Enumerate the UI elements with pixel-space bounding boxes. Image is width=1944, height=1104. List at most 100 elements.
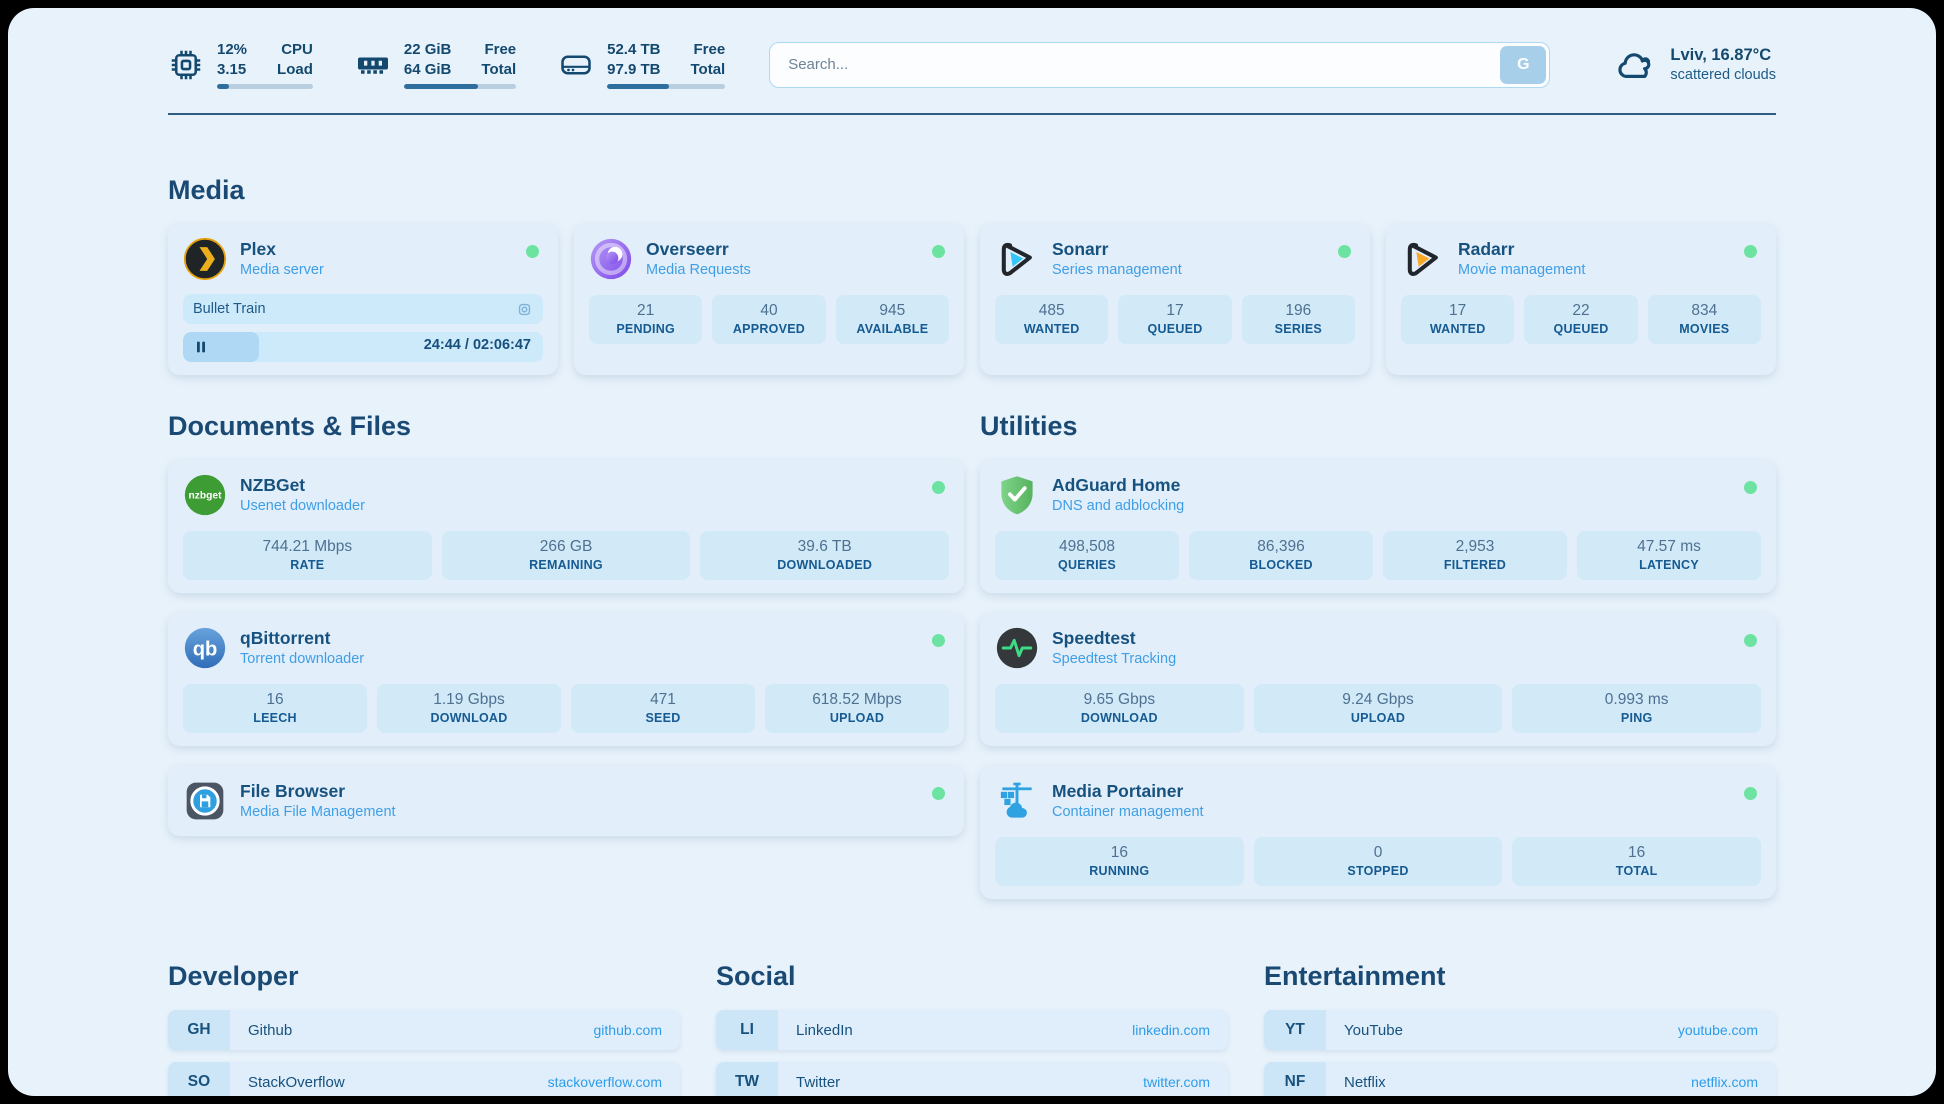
- service-card-nzbget[interactable]: nzbget NZBGet Usenet downloader 744.21 M…: [168, 460, 964, 593]
- ram-icon: [355, 47, 391, 83]
- bookmark-stackoverflow[interactable]: SO StackOverflow stackoverflow.com: [168, 1062, 680, 1096]
- status-dot: [932, 634, 945, 647]
- stat-row: 485 WANTED 17 QUEUED 196 SERIES: [995, 295, 1355, 344]
- section-title-developer: Developer: [168, 961, 680, 992]
- disk-progress-bar: [607, 84, 725, 89]
- adguard-icon: [995, 473, 1039, 517]
- stat-box: 16 LEECH: [183, 684, 367, 733]
- stat-box: 22 QUEUED: [1524, 295, 1637, 344]
- status-dot: [932, 787, 945, 800]
- now-playing-bar: Bullet Train: [183, 294, 543, 324]
- bookmark-linkedin[interactable]: LI LinkedIn linkedin.com: [716, 1010, 1228, 1050]
- bookmark-netflix[interactable]: NF Netflix netflix.com: [1264, 1062, 1776, 1096]
- stat-row: 16 LEECH 1.19 Gbps DOWNLOAD 471 SEED 6: [183, 684, 949, 733]
- cpu-progress-bar: [217, 84, 313, 89]
- media-view-icon[interactable]: [516, 301, 533, 318]
- sonarr-icon: [995, 237, 1039, 281]
- service-description: DNS and adblocking: [1052, 498, 1184, 514]
- service-description: Usenet downloader: [240, 498, 365, 514]
- service-description: Container management: [1052, 804, 1204, 820]
- utilities-column: Utilities AdGuard Home DNS and adb: [980, 411, 1776, 899]
- bookmark-label: Twitter: [778, 1074, 840, 1091]
- bookmark-label: Netflix: [1326, 1074, 1386, 1091]
- disk-free-label: Free: [690, 40, 725, 60]
- service-name: AdGuard Home: [1052, 475, 1184, 496]
- memory-free-label: Free: [481, 40, 516, 60]
- stat-box: 2,953 FILTERED: [1383, 531, 1567, 580]
- service-card-speedtest[interactable]: Speedtest Speedtest Tracking 9.65 Gbps D…: [980, 613, 1776, 746]
- disk-widget: 52.4 TB 97.9 TB Free Total: [558, 40, 725, 89]
- bookmark-url: github.com: [594, 1022, 680, 1038]
- service-description: Media server: [240, 262, 324, 278]
- cpu-label: CPU: [277, 40, 313, 60]
- service-description: Speedtest Tracking: [1052, 651, 1176, 667]
- service-description: Media File Management: [240, 804, 396, 820]
- service-name: Sonarr: [1052, 239, 1182, 260]
- bookmark-abbr: LI: [716, 1010, 778, 1050]
- bookmark-group-entertainment: Entertainment YT YouTube youtube.com NF …: [1264, 961, 1776, 1096]
- qbittorrent-icon: qb: [183, 626, 227, 670]
- pause-icon: [193, 339, 209, 355]
- stat-box: 1.19 Gbps DOWNLOAD: [377, 684, 561, 733]
- status-dot: [526, 245, 539, 258]
- disk-free-value: 52.4 TB: [607, 40, 660, 60]
- stat-box: 16 TOTAL: [1512, 837, 1761, 886]
- stat-box: 744.21 Mbps RATE: [183, 531, 432, 580]
- search-provider-button[interactable]: G: [1500, 46, 1546, 84]
- bookmark-label: StackOverflow: [230, 1074, 345, 1091]
- stat-box: 0.993 ms PING: [1512, 684, 1761, 733]
- bookmark-abbr: NF: [1264, 1062, 1326, 1096]
- weather-location: Lviv, 16.87°C: [1670, 46, 1776, 65]
- section-title-media: Media: [168, 175, 1776, 206]
- service-card-adguard[interactable]: AdGuard Home DNS and adblocking 498,508 …: [980, 460, 1776, 593]
- service-name: NZBGet: [240, 475, 365, 496]
- portainer-icon: [995, 779, 1039, 823]
- bookmark-twitter[interactable]: TW Twitter twitter.com: [716, 1062, 1228, 1096]
- status-dot: [1744, 634, 1757, 647]
- status-dot: [1338, 245, 1351, 258]
- bookmark-youtube[interactable]: YT YouTube youtube.com: [1264, 1010, 1776, 1050]
- stat-row: 21 PENDING 40 APPROVED 945 AVAILABLE: [589, 295, 949, 344]
- service-card-sonarr[interactable]: Sonarr Series management 485 WANTED 17 Q…: [980, 224, 1370, 375]
- status-dot: [932, 245, 945, 258]
- memory-widget: 22 GiB 64 GiB Free Total: [355, 40, 516, 89]
- status-dot: [932, 481, 945, 494]
- svg-text:qb: qb: [193, 638, 218, 660]
- service-card-filebrowser[interactable]: File Browser Media File Management: [168, 766, 964, 836]
- stat-box: 16 RUNNING: [995, 837, 1244, 886]
- service-description: Media Requests: [646, 262, 751, 278]
- service-card-portainer[interactable]: Media Portainer Container management 16 …: [980, 766, 1776, 899]
- stat-box: 86,396 BLOCKED: [1189, 531, 1373, 580]
- stat-box: 21 PENDING: [589, 295, 702, 344]
- service-description: Movie management: [1458, 262, 1585, 278]
- dashboard-page: 12% 3.15 CPU Load: [8, 8, 1936, 1096]
- status-dot: [1744, 787, 1757, 800]
- service-card-radarr[interactable]: Radarr Movie management 17 WANTED 22 QUE…: [1386, 224, 1776, 375]
- service-name: Overseerr: [646, 239, 751, 260]
- bookmark-github[interactable]: GH Github github.com: [168, 1010, 680, 1050]
- section-title-utilities: Utilities: [980, 411, 1776, 442]
- section-title-entertainment: Entertainment: [1264, 961, 1776, 992]
- stat-box: 945 AVAILABLE: [836, 295, 949, 344]
- search-bar: G: [769, 42, 1550, 88]
- service-card-qbittorrent[interactable]: qb qBittorrent Torrent downloader 16 LEE…: [168, 613, 964, 746]
- stat-box: 17 WANTED: [1401, 295, 1514, 344]
- service-name: File Browser: [240, 781, 396, 802]
- bookmark-url: twitter.com: [1143, 1074, 1228, 1090]
- bookmark-group-developer: Developer GH Github github.com SO StackO…: [168, 961, 680, 1096]
- weather-condition: scattered clouds: [1670, 67, 1776, 83]
- cpu-load-label: Load: [277, 60, 313, 80]
- bookmark-abbr: YT: [1264, 1010, 1326, 1050]
- stat-row: 16 RUNNING 0 STOPPED 16 TOTAL: [995, 837, 1761, 886]
- service-card-overseerr[interactable]: Overseerr Media Requests 21 PENDING 40 A…: [574, 224, 964, 375]
- service-card-plex[interactable]: Plex Media server Bullet Train 24:44 / 0…: [168, 224, 558, 375]
- service-description: Torrent downloader: [240, 651, 364, 667]
- stat-box: 498,508 QUERIES: [995, 531, 1179, 580]
- status-dot: [1744, 245, 1757, 258]
- bookmark-label: LinkedIn: [778, 1022, 853, 1039]
- stat-box: 17 QUEUED: [1118, 295, 1231, 344]
- playback-progress-bar: 24:44 / 02:06:47: [183, 332, 543, 362]
- stat-box: 196 SERIES: [1242, 295, 1355, 344]
- service-name: Media Portainer: [1052, 781, 1204, 802]
- search-input[interactable]: [769, 42, 1550, 88]
